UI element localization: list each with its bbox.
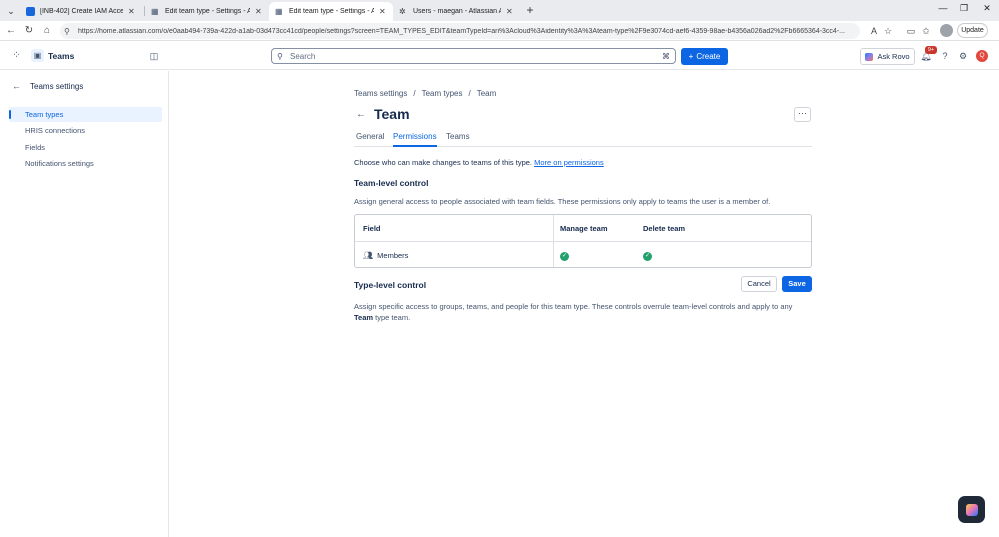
- back-arrow-icon[interactable]: ←: [12, 81, 21, 91]
- manage-team-cell: ✓: [560, 242, 569, 269]
- type-level-description: Assign specific access to groups, teams,…: [354, 302, 793, 322]
- read-aloud-icon[interactable]: A: [868, 25, 880, 37]
- more-actions-button[interactable]: ⋯: [794, 107, 811, 122]
- back-arrow-icon[interactable]: ←: [356, 109, 366, 120]
- tab-teams[interactable]: Teams: [446, 132, 470, 147]
- field-cell: 👥︎ Members: [363, 251, 409, 260]
- sidebar-item-notifications-settings[interactable]: Notifications settings: [9, 156, 162, 171]
- refresh-icon[interactable]: ↻: [22, 24, 36, 38]
- sidebar-item-hris-connections[interactable]: HRIS connections: [9, 123, 162, 138]
- teams-logo-icon[interactable]: ▣: [31, 49, 44, 62]
- browser-tab-active[interactable]: ▦ Edit team type - Settings - Atlassia ✕: [269, 2, 393, 21]
- sidebar-title: Teams settings: [30, 82, 84, 91]
- breadcrumb-teams-settings[interactable]: Teams settings: [354, 89, 407, 98]
- site-info-icon[interactable]: ⚲: [64, 27, 74, 36]
- jira-favicon-icon: [26, 7, 35, 16]
- permissions-table: Field Manage team Delete team 👥︎ Members …: [354, 214, 812, 268]
- rovo-icon: [865, 52, 874, 61]
- team-level-heading: Team-level control: [354, 178, 429, 188]
- sidebar: ← Teams settings Team types HRIS connect…: [0, 71, 169, 537]
- search-icon: ⚲: [277, 51, 283, 61]
- breadcrumb-team[interactable]: Team: [477, 89, 497, 98]
- app-name[interactable]: Teams: [48, 51, 74, 61]
- breadcrumb-separator: /: [468, 89, 471, 98]
- breadcrumb-separator: /: [413, 89, 416, 98]
- app-switcher-icon[interactable]: ⁘: [10, 49, 23, 62]
- address-bar[interactable]: ⚲ https://home.atlassian.com/o/e0aab494-…: [60, 23, 860, 39]
- app-header: ⁘ ▣ Teams ◫ ⚲ ⌘ + Create Ask Rovo 🔔︎ ? ⚙…: [0, 42, 999, 70]
- search-bar[interactable]: ⚲ ⌘: [271, 48, 676, 64]
- grid-favicon-icon: ▦: [275, 7, 283, 16]
- team-level-description: Assign general access to people associat…: [354, 197, 771, 206]
- avatar[interactable]: Q: [976, 50, 988, 62]
- url-text: https://home.atlassian.com/o/e0aab494-73…: [78, 27, 845, 35]
- column-header-delete-team: Delete team: [643, 224, 686, 233]
- tab-general[interactable]: General: [356, 132, 384, 147]
- collapse-sidebar-icon[interactable]: ◫: [148, 50, 160, 62]
- minimize-icon[interactable]: —: [936, 3, 950, 13]
- browser-tabstrip: ⌄ [INB-402] Create IAM Accesskey - ✕ ▦ E…: [0, 0, 999, 21]
- gear-icon[interactable]: ⚙: [957, 50, 969, 62]
- close-tab-icon[interactable]: ✕: [255, 7, 263, 16]
- favorites-icon[interactable]: ✩: [920, 25, 932, 37]
- home-icon[interactable]: ⌂: [40, 24, 54, 38]
- keyboard-shortcut-icon: ⌘: [662, 51, 670, 61]
- ask-rovo-button[interactable]: Ask Rovo: [860, 48, 915, 65]
- column-header-manage-team: Manage team: [560, 224, 608, 233]
- breadcrumb-team-types[interactable]: Team types: [422, 89, 463, 98]
- rovo-icon: [965, 503, 978, 516]
- favorite-star-icon[interactable]: ☆: [882, 25, 894, 37]
- plus-icon: +: [688, 52, 694, 61]
- split-screen-icon[interactable]: ▭: [905, 25, 917, 37]
- help-icon[interactable]: ?: [939, 50, 951, 62]
- close-tab-icon[interactable]: ✕: [506, 7, 514, 16]
- back-arrow-icon[interactable]: ←: [4, 24, 18, 38]
- cancel-button[interactable]: Cancel: [741, 276, 777, 292]
- check-circle-icon: ✓: [560, 251, 569, 261]
- close-window-icon[interactable]: ✕: [980, 3, 994, 14]
- search-input[interactable]: [290, 51, 662, 61]
- rovo-chat-button[interactable]: [958, 496, 985, 523]
- browser-tab[interactable]: [INB-402] Create IAM Accesskey - ✕: [20, 2, 142, 21]
- type-level-heading: Type-level control: [354, 280, 427, 290]
- gear-favicon-icon: ✲: [399, 7, 406, 16]
- sidebar-item-team-types[interactable]: Team types: [9, 107, 162, 122]
- create-button[interactable]: + Create: [681, 48, 728, 65]
- intro-text: Choose who can make changes to teams of …: [354, 158, 604, 167]
- update-button[interactable]: Update: [957, 23, 988, 38]
- create-label: Create: [696, 52, 721, 61]
- delete-team-cell: ✓: [643, 242, 652, 269]
- tab-list: General Permissions Teams: [354, 132, 812, 147]
- ask-rovo-label: Ask Rovo: [877, 52, 910, 61]
- check-circle-icon: ✓: [643, 251, 652, 261]
- more-on-permissions-link[interactable]: More on permissions: [534, 158, 604, 167]
- breadcrumb: Teams settings / Team types / Team: [354, 89, 496, 98]
- save-button[interactable]: Save: [782, 276, 812, 292]
- table-row: 👥︎ Members ✓ ✓: [355, 242, 811, 269]
- tab-search-chevron-icon[interactable]: ⌄: [4, 4, 18, 18]
- restore-icon[interactable]: ❐: [957, 3, 971, 14]
- browser-profile-avatar[interactable]: [940, 24, 953, 37]
- browser-tab[interactable]: ✲ Users - maegan - Atlassian Admini ✕: [393, 2, 520, 21]
- sidebar-item-fields[interactable]: Fields: [9, 140, 162, 155]
- browser-toolbar: ← ↻ ⌂ ⚲ https://home.atlassian.com/o/e0a…: [0, 21, 999, 41]
- grid-favicon-icon: ▦: [151, 7, 159, 16]
- close-tab-icon[interactable]: ✕: [379, 7, 387, 16]
- column-header-field: Field: [363, 224, 381, 233]
- new-tab-icon[interactable]: +: [523, 3, 537, 17]
- browser-tab[interactable]: ▦ Edit team type - Settings - Atlassi ✕: [145, 2, 269, 21]
- close-tab-icon[interactable]: ✕: [128, 7, 136, 16]
- tab-permissions[interactable]: Permissions: [393, 132, 437, 147]
- table-header-row: Field Manage team Delete team: [355, 215, 811, 242]
- page-title: Team: [374, 106, 410, 122]
- notification-badge: 9+: [925, 46, 937, 54]
- people-icon: 👥︎: [363, 251, 374, 260]
